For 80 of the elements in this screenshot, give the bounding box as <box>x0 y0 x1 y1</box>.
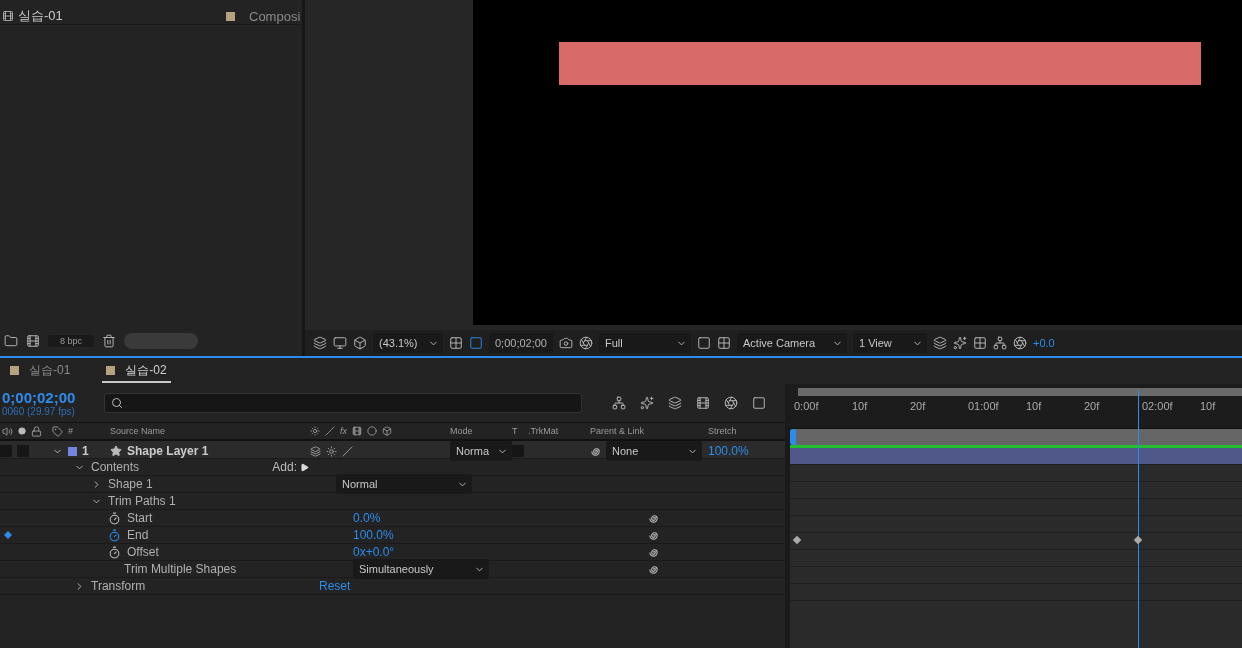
property-name: Transform <box>91 579 146 593</box>
stopwatch-icon[interactable] <box>108 511 121 525</box>
stretch-value[interactable]: 100.0% <box>708 444 749 458</box>
keyframe[interactable] <box>792 535 802 545</box>
property-name: End <box>127 528 149 542</box>
property-value[interactable]: 100.0% <box>353 528 394 542</box>
composition-tab[interactable]: 실습-02 <box>102 359 171 383</box>
monitor-icon[interactable] <box>333 336 347 350</box>
zoom-dropdown[interactable]: (43.1%) <box>373 333 443 353</box>
region-icon[interactable] <box>469 336 483 350</box>
ruler-label: 10f <box>1200 400 1216 412</box>
resolution-dropdown[interactable]: Full <box>599 333 691 353</box>
layer-name[interactable]: Shape Layer 1 <box>127 444 209 458</box>
column-header: T <box>512 426 518 436</box>
lock-icon[interactable] <box>31 425 42 437</box>
keyframe[interactable] <box>1133 535 1143 545</box>
stopwatch-icon[interactable] <box>108 545 121 559</box>
ruler-label: 10f <box>852 400 868 412</box>
reset-link[interactable]: Reset <box>319 579 351 593</box>
frame-info: 0060 (29.97 fps) <box>2 406 76 417</box>
search-field[interactable] <box>104 393 582 413</box>
ruler-label: 02:00f <box>1142 400 1173 412</box>
composition-tab[interactable]: 실습-01 <box>6 359 75 383</box>
star-icon <box>110 445 122 457</box>
property-value[interactable]: 0.0% <box>353 511 381 525</box>
timecode-field[interactable]: 0;00;02;00 <box>489 333 553 353</box>
item-type: Composi <box>249 8 301 24</box>
blend-mode-dropdown[interactable]: Normal <box>336 474 472 494</box>
column-header: .TrkMat <box>528 426 559 436</box>
square-icon[interactable] <box>697 336 711 350</box>
ruler-label: 10f <box>1026 400 1042 412</box>
column-header: Source Name <box>110 426 166 436</box>
column-header: Stretch <box>708 426 737 436</box>
property-name: Offset <box>127 545 159 559</box>
property-name: Trim Paths 1 <box>108 494 176 508</box>
mode-dropdown[interactable]: Norma <box>450 441 512 461</box>
current-timecode[interactable]: 0;00;02;00 <box>2 389 94 406</box>
parent-dropdown[interactable]: None <box>606 441 702 461</box>
property-name: Trim Multiple Shapes <box>124 562 237 576</box>
project-item-name[interactable]: 실습-01 <box>14 7 226 25</box>
play-icon <box>300 462 309 472</box>
exposure-icon[interactable] <box>1013 336 1027 350</box>
column-header: Parent & Link <box>590 426 645 436</box>
ruler-label: 20f <box>910 400 926 412</box>
view-layout-dropdown[interactable]: 1 View <box>853 333 927 353</box>
column-header: Mode <box>450 426 473 436</box>
ruler-label: 0:00f <box>794 400 819 412</box>
layer-number: 1 <box>82 444 89 458</box>
layers-icon[interactable] <box>313 336 327 350</box>
search-icon <box>111 397 123 409</box>
pick-whip-icon[interactable] <box>648 563 659 575</box>
column-header: # <box>68 426 73 436</box>
keyframe-diamond-icon[interactable] <box>4 531 12 539</box>
add-button[interactable]: Add: <box>272 460 309 474</box>
exposure-value[interactable]: +0.0 <box>1033 337 1055 349</box>
composition-icon[interactable] <box>2 10 14 22</box>
ruler-label: 01:00f <box>968 400 999 412</box>
pick-whip-icon[interactable] <box>648 529 659 541</box>
pick-whip-icon[interactable] <box>648 512 659 524</box>
property-name: Contents <box>91 460 140 474</box>
folder-icon[interactable] <box>4 334 18 348</box>
trash-icon[interactable] <box>102 334 117 348</box>
effects-header: fx <box>340 426 347 436</box>
3d-layer-switch-icon[interactable] <box>382 426 392 436</box>
bpc-button[interactable]: 8 bpc <box>48 335 95 347</box>
speaker-icon[interactable] <box>2 425 13 437</box>
pick-whip-icon[interactable] <box>648 546 659 558</box>
property-dropdown[interactable]: Simultaneously <box>353 559 489 579</box>
tag-icon[interactable] <box>52 425 63 437</box>
grid-icon[interactable] <box>449 336 463 350</box>
ruler-label: 20f <box>1084 400 1100 412</box>
camera-dropdown[interactable]: Active Camera <box>737 333 847 353</box>
property-name: Start <box>127 511 153 525</box>
camera-icon[interactable] <box>559 336 573 350</box>
stopwatch-icon[interactable] <box>108 528 121 542</box>
pick-whip-icon[interactable] <box>590 445 601 457</box>
network-icon[interactable] <box>993 336 1007 350</box>
property-value[interactable]: 0x+0.0° <box>353 545 395 559</box>
property-name: Shape 1 <box>108 477 153 491</box>
composition-icon[interactable] <box>26 334 40 348</box>
